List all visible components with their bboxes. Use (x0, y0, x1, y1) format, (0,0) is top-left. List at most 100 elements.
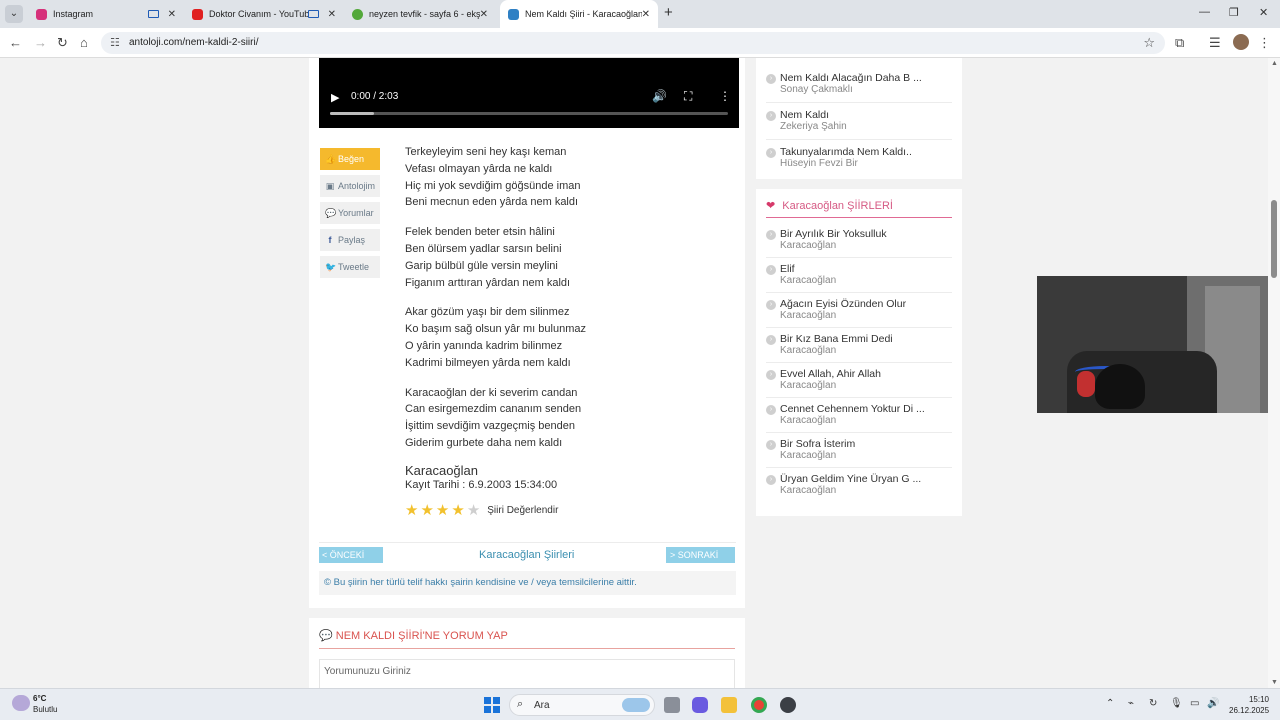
list-item-title[interactable]: Üryan Geldim Yine Üryan G ... (780, 473, 921, 485)
tab-instagram[interactable]: Instagram ✕ (28, 0, 184, 28)
close-tab-icon[interactable]: ✕ (328, 9, 336, 20)
taskbar-search[interactable]: ⌕ Ara (509, 694, 655, 716)
list-item[interactable]: › Bir Ayrılık Bir Yoksulluk Karacaoğlan (766, 228, 952, 258)
scrollbar-thumb[interactable] (1271, 200, 1277, 278)
network-icon[interactable]: ⌁ (1128, 698, 1134, 709)
list-item-author[interactable]: Zekeriya Şahin (780, 121, 847, 132)
list-item[interactable]: › Elif Karacaoğlan (766, 263, 952, 293)
system-clock[interactable]: 15:10 26.12.2025 (1229, 694, 1269, 716)
extensions-icon[interactable]: ⧉ (1175, 35, 1184, 51)
close-tab-icon[interactable]: ✕ (642, 9, 650, 20)
tab-antoloji[interactable]: Nem Kaldı Şiiri - Karacaoğlan ✕ (500, 0, 658, 28)
star-icon[interactable]: ★ (467, 501, 480, 519)
file-explorer-icon[interactable] (721, 697, 737, 713)
list-item-author[interactable]: Karacaoğlan (780, 275, 836, 286)
like-button[interactable]: 👍 Beğen (320, 148, 380, 170)
page-scrollbar[interactable]: ▲ ▼ (1268, 58, 1280, 688)
address-bar[interactable]: ☷ antoloji.com/nem-kaldi-2-siiri/ ☆ (101, 32, 1165, 54)
list-item[interactable]: › Ağacın Eyisi Özünden Olur Karacaoğlan (766, 298, 952, 328)
star-icon[interactable]: ★ (420, 501, 433, 519)
start-button[interactable] (484, 697, 500, 713)
share-button[interactable]: f Paylaş (320, 229, 380, 251)
list-item-author[interactable]: Hüseyin Fevzi Bir (780, 158, 858, 169)
list-item-title[interactable]: Nem Kaldı (780, 109, 829, 121)
weather-description[interactable]: Bulutlu (33, 705, 57, 714)
list-item[interactable]: › Takunyalarımda Nem Kaldı.. Hüseyin Fev… (766, 146, 952, 172)
tab-search-chevron-icon[interactable]: ⌄ (5, 5, 23, 23)
antolojim-button[interactable]: ▣ Antolojim (320, 175, 380, 197)
volume-icon[interactable]: 🔊 (1207, 698, 1219, 709)
minimize-icon[interactable]: — (1199, 6, 1210, 18)
list-item[interactable]: › Bir Sofra İsterim Karacaoğlan (766, 438, 952, 468)
list-item-title[interactable]: Evvel Allah, Ahir Allah (780, 368, 881, 380)
microphone-icon[interactable]: 🎙 (1170, 698, 1183, 709)
list-item[interactable]: › Üryan Geldim Yine Üryan G ... Karacaoğ… (766, 473, 952, 503)
close-tab-icon[interactable]: ✕ (168, 9, 176, 20)
list-item-author[interactable]: Karacaoğlan (780, 310, 836, 321)
list-item-title[interactable]: Elif (780, 263, 795, 275)
list-item-author[interactable]: Karacaoğlan (780, 240, 836, 251)
previous-poem-button[interactable]: < ÖNCEKİ ŞİİR (319, 547, 383, 576)
more-options-icon[interactable]: ⋮ (719, 89, 731, 103)
volume-icon[interactable]: 🔊 (652, 89, 667, 103)
browser-menu-icon[interactable]: ⋮ (1258, 35, 1271, 51)
rating-stars[interactable]: ★ ★ ★ ★ ★ Şiiri Değerlendir (405, 501, 558, 519)
list-item[interactable]: › Bir Kız Bana Emmi Dedi Karacaoğlan (766, 333, 952, 363)
list-item-title[interactable]: Nem Kaldı Alacağın Daha B ... (780, 72, 922, 84)
next-poem-button[interactable]: > SONRAKİ (666, 547, 735, 563)
list-item[interactable]: › Evvel Allah, Ahir Allah Karacaoğlan (766, 368, 952, 398)
list-item-title[interactable]: Bir Kız Bana Emmi Dedi (780, 333, 893, 345)
list-item-author[interactable]: Karacaoğlan (780, 450, 836, 461)
star-icon[interactable]: ★ (436, 501, 449, 519)
weather-temperature[interactable]: 6°C (33, 694, 46, 703)
copilot-icon[interactable] (692, 697, 708, 713)
back-icon[interactable]: ← (9, 35, 22, 50)
task-view-icon[interactable] (664, 697, 680, 713)
list-item-author[interactable]: Karacaoğlan (780, 415, 836, 426)
media-controls-icon[interactable]: ☰ (1209, 35, 1221, 51)
comments-button[interactable]: 💬 Yorumlar (320, 202, 380, 224)
list-item-author[interactable]: Karacaoğlan (780, 485, 836, 496)
home-icon[interactable]: ⌂ (80, 35, 88, 50)
comment-input[interactable]: Yorumunuzu Giriniz (319, 659, 735, 688)
profile-avatar[interactable] (1233, 34, 1249, 50)
display-icon[interactable]: ▭ (1190, 698, 1199, 709)
sync-icon[interactable]: ↻ (1149, 698, 1157, 709)
url-text[interactable]: antoloji.com/nem-kaldi-2-siiri/ (129, 37, 258, 48)
list-item-author[interactable]: Sonay Çakmaklı (780, 84, 853, 95)
poem-author[interactable]: Karacaoğlan (405, 463, 478, 478)
list-item-title[interactable]: Cennet Cehennem Yoktur Di ... (780, 403, 925, 415)
video-player[interactable]: ▶ 0:00 / 2:03 🔊 ⛶ ⋮ (319, 58, 739, 128)
scroll-up-icon[interactable]: ▲ (1271, 60, 1278, 67)
list-item[interactable]: › Cennet Cehennem Yoktur Di ... Karacaoğ… (766, 403, 952, 433)
star-icon[interactable]: ★ (451, 501, 464, 519)
list-item[interactable]: › Nem Kaldı Zekeriya Şahin (766, 109, 952, 140)
weather-cloud-icon[interactable] (12, 695, 30, 711)
author-poems-link[interactable]: Karacaoğlan Şiirleri (479, 549, 574, 561)
list-item-author[interactable]: Karacaoğlan (780, 345, 836, 356)
close-tab-icon[interactable]: ✕ (480, 9, 488, 20)
site-info-icon[interactable]: ☷ (110, 36, 120, 49)
tab-youtube[interactable]: Doktor Civanım - YouTube ✕ (184, 0, 344, 28)
list-item-title[interactable]: Bir Ayrılık Bir Yoksulluk (780, 228, 887, 240)
close-window-icon[interactable]: ✕ (1259, 6, 1268, 19)
list-item-author[interactable]: Karacaoğlan (780, 380, 836, 391)
tweet-button[interactable]: 🐦 Tweetle (320, 256, 380, 278)
fullscreen-icon[interactable]: ⛶ (684, 89, 692, 104)
forward-icon[interactable]: → (34, 35, 47, 50)
chrome-icon[interactable] (751, 697, 767, 713)
bookmark-star-icon[interactable]: ☆ (1143, 35, 1155, 51)
list-item-title[interactable]: Takunyalarımda Nem Kaldı.. (780, 146, 912, 158)
play-icon[interactable]: ▶ (331, 91, 339, 104)
tab-eksisozluk[interactable]: neyzen tevfik - sayfa 6 - ekşi sö ✕ (344, 0, 496, 28)
list-item-title[interactable]: Ağacın Eyisi Özünden Olur (780, 298, 906, 310)
new-tab-icon[interactable]: + (664, 4, 673, 21)
star-icon[interactable]: ★ (405, 501, 418, 519)
list-item[interactable]: › Nem Kaldı Alacağın Daha B ... Sonay Ça… (766, 72, 952, 103)
show-hidden-icons-icon[interactable]: ⌃ (1106, 698, 1114, 709)
reload-icon[interactable]: ↻ (57, 35, 68, 51)
scroll-down-icon[interactable]: ▼ (1271, 679, 1278, 686)
restore-icon[interactable]: ❐ (1229, 6, 1239, 19)
app-icon[interactable] (780, 697, 796, 713)
list-item-title[interactable]: Bir Sofra İsterim (780, 438, 855, 450)
